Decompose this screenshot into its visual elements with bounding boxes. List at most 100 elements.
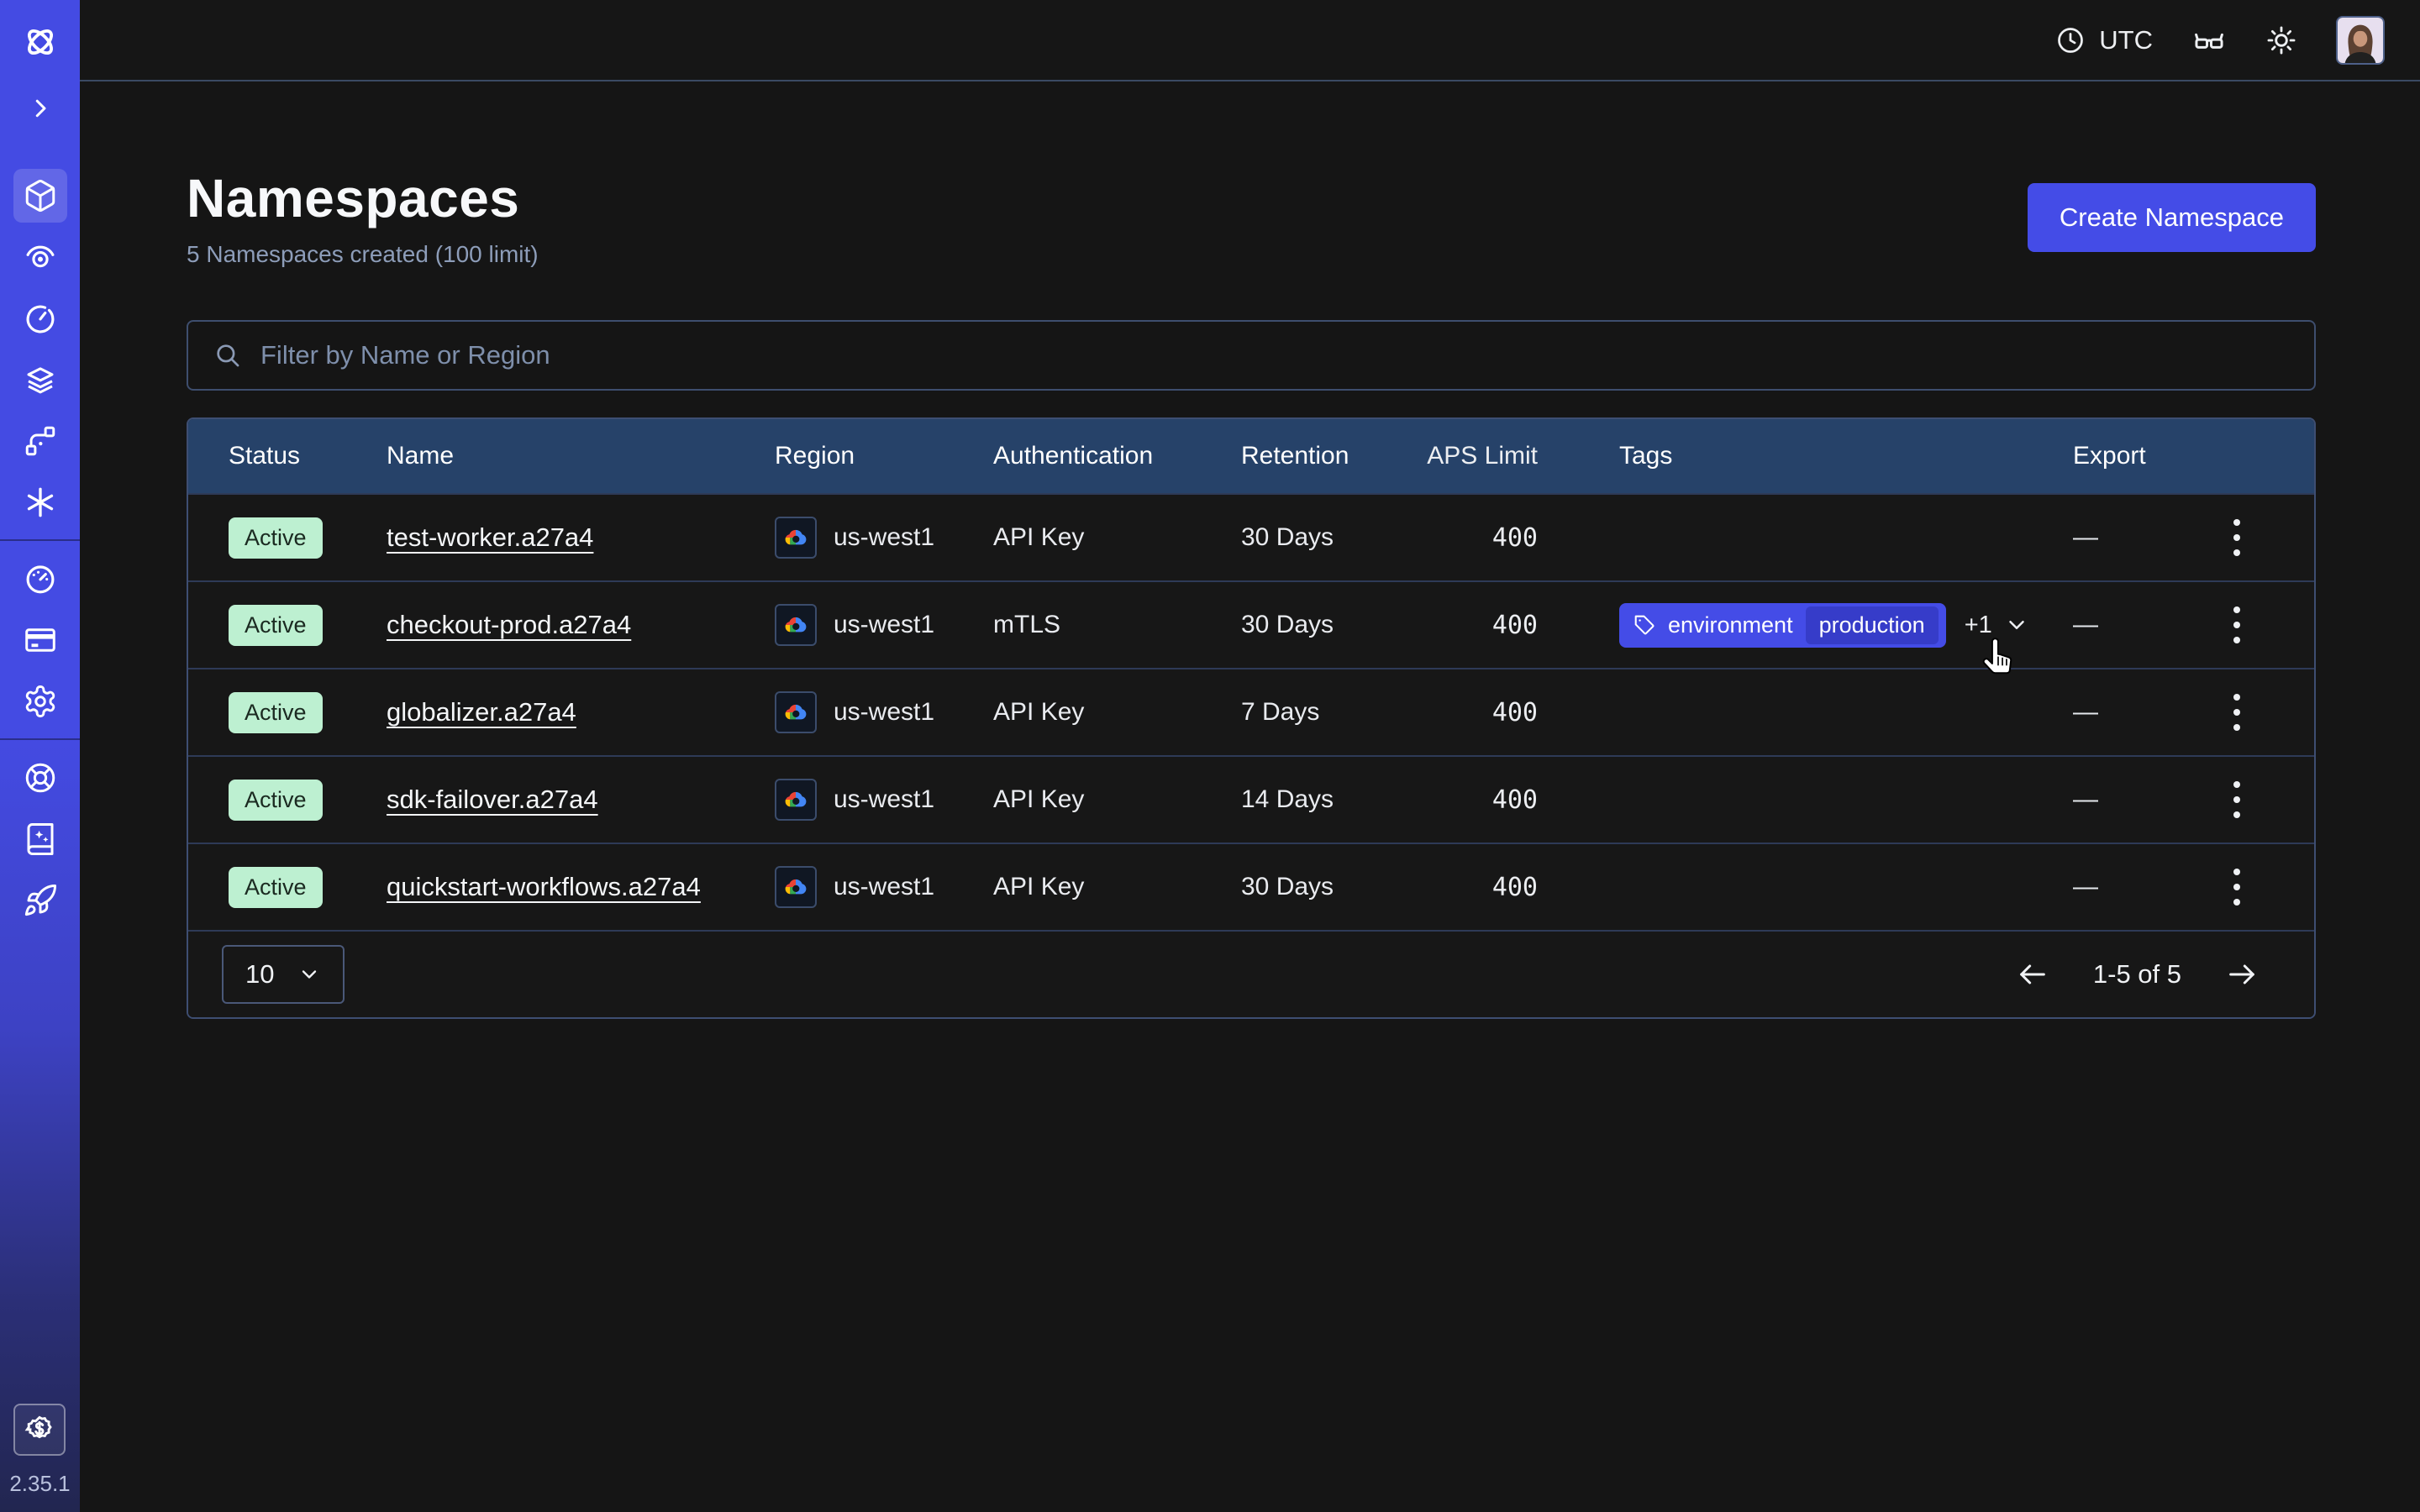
tag-badge[interactable]: environment production: [1619, 603, 1946, 648]
col-header-tags: Tags: [1538, 442, 2073, 470]
gcp-region-icon: [775, 779, 817, 821]
sidebar-item-usage[interactable]: [0, 548, 80, 609]
sidebar-item-nexus[interactable]: [0, 471, 80, 533]
auth-method: API Key: [993, 873, 1241, 901]
namespace-link[interactable]: globalizer.a27a4: [387, 697, 576, 727]
aps-limit: 400: [1407, 873, 1538, 902]
row-menu-button[interactable]: [2227, 600, 2247, 650]
sidebar-item-settings[interactable]: [0, 670, 80, 732]
sidebar-item-billing[interactable]: [0, 609, 80, 670]
export-value: —: [2073, 873, 2199, 901]
retention: 30 Days: [1241, 873, 1407, 901]
namespace-link[interactable]: test-worker.a27a4: [387, 522, 593, 552]
prev-page-button[interactable]: [2016, 958, 2049, 991]
timezone-button[interactable]: UTC: [2055, 25, 2153, 55]
tag-value: production: [1806, 606, 1939, 644]
status-badge: Active: [229, 867, 323, 908]
credits-button[interactable]: [13, 1404, 66, 1456]
search-icon: [213, 341, 242, 370]
row-menu-button[interactable]: [2227, 862, 2247, 912]
region-label: us-west1: [834, 611, 934, 639]
row-menu-button[interactable]: [2227, 687, 2247, 738]
next-page-button[interactable]: [2225, 958, 2259, 991]
app-window: 2.35.1 UTC Namespaces 5 Namespaces creat…: [0, 0, 2420, 1512]
row-menu-button[interactable]: [2227, 774, 2247, 825]
sidebar-item-deployments[interactable]: [0, 410, 80, 471]
page-title: Namespaces: [187, 167, 539, 229]
row-menu-button[interactable]: [2227, 512, 2247, 563]
sidebar-item-docs[interactable]: [0, 808, 80, 869]
retention: 7 Days: [1241, 698, 1407, 727]
table-row: Active checkout-prod.a27a4 us-west1 mTLS…: [188, 580, 2314, 668]
labs-button[interactable]: [2191, 23, 2227, 58]
table-row: Active quickstart-workflows.a27a4 us-wes…: [188, 843, 2314, 930]
gcp-region-icon: [775, 517, 817, 559]
sidebar-item-workflows[interactable]: [0, 226, 80, 287]
arrow-left-icon: [2016, 958, 2049, 991]
table-row: Active sdk-failover.a27a4 us-west1 API K…: [188, 755, 2314, 843]
page-subtitle: 5 Namespaces created (100 limit): [187, 241, 539, 268]
spiral-eye-icon: [23, 239, 58, 275]
dollar-badge-icon: [23, 1413, 56, 1446]
gcp-region-icon: [775, 691, 817, 733]
credit-card-icon: [23, 622, 58, 658]
glasses-icon: [2191, 23, 2227, 58]
table-row: Active test-worker.a27a4 us-west1 API Ke…: [188, 493, 2314, 580]
col-header-authentication: Authentication: [993, 442, 1241, 470]
namespace-link[interactable]: quickstart-workflows.a27a4: [387, 872, 701, 901]
clock-icon: [2055, 25, 2086, 55]
temporal-logo-icon: [20, 22, 60, 62]
page-size-select[interactable]: 10: [222, 945, 345, 1004]
filter-input[interactable]: [260, 340, 2289, 370]
region-label: us-west1: [834, 698, 934, 727]
sidebar-item-getting-started[interactable]: [0, 869, 80, 931]
tags-more-count: +1: [1965, 612, 1992, 639]
sidebar-item-namespaces[interactable]: [0, 165, 80, 226]
status-badge: Active: [229, 517, 323, 559]
pagination-range: 1-5 of 5: [2093, 959, 2181, 990]
region-label: us-west1: [834, 523, 934, 552]
col-header-name: Name: [387, 442, 775, 470]
col-header-aps-limit: APS Limit: [1407, 442, 1538, 470]
retention: 30 Days: [1241, 611, 1407, 639]
sidebar-item-schedules[interactable]: [0, 287, 80, 349]
sidebar-item-batch[interactable]: [0, 349, 80, 410]
gear-icon: [23, 684, 58, 719]
status-badge: Active: [229, 605, 323, 646]
avatar[interactable]: [2336, 16, 2385, 65]
sun-icon: [2265, 24, 2297, 56]
tag-icon: [1634, 614, 1655, 636]
table-row: Active globalizer.a27a4 us-west1 API Key…: [188, 668, 2314, 755]
namespace-link[interactable]: checkout-prod.a27a4: [387, 610, 631, 639]
retention: 14 Days: [1241, 785, 1407, 814]
aps-limit: 400: [1407, 523, 1538, 553]
pipeline-icon: [23, 423, 58, 459]
app-version: 2.35.1: [9, 1471, 70, 1497]
tags-more-button[interactable]: +1: [1965, 612, 2029, 639]
chevron-down-icon: [2004, 612, 2029, 638]
region-label: us-west1: [834, 873, 934, 901]
aps-limit: 400: [1407, 611, 1538, 640]
status-badge: Active: [229, 780, 323, 821]
asterisk-icon: [23, 485, 58, 520]
gcp-region-icon: [775, 604, 817, 646]
col-header-status: Status: [229, 442, 387, 470]
arrow-right-icon: [2225, 958, 2259, 991]
rocket-icon: [23, 883, 58, 918]
sidebar: 2.35.1: [0, 0, 80, 1512]
theme-toggle-button[interactable]: [2265, 24, 2297, 56]
auth-method: API Key: [993, 523, 1241, 552]
export-value: —: [2073, 523, 2199, 552]
filter-bar[interactable]: [187, 320, 2316, 391]
aps-limit: 400: [1407, 698, 1538, 727]
sidebar-expand-button[interactable]: [28, 96, 53, 121]
col-header-export: Export: [2073, 442, 2199, 470]
export-value: —: [2073, 785, 2199, 814]
sidebar-item-support[interactable]: [0, 747, 80, 808]
sidebar-divider: [0, 539, 80, 541]
auth-method: mTLS: [993, 611, 1241, 639]
book-icon: [23, 822, 58, 857]
gcp-region-icon: [775, 866, 817, 908]
create-namespace-button[interactable]: Create Namespace: [2028, 183, 2316, 252]
namespace-link[interactable]: sdk-failover.a27a4: [387, 785, 598, 814]
